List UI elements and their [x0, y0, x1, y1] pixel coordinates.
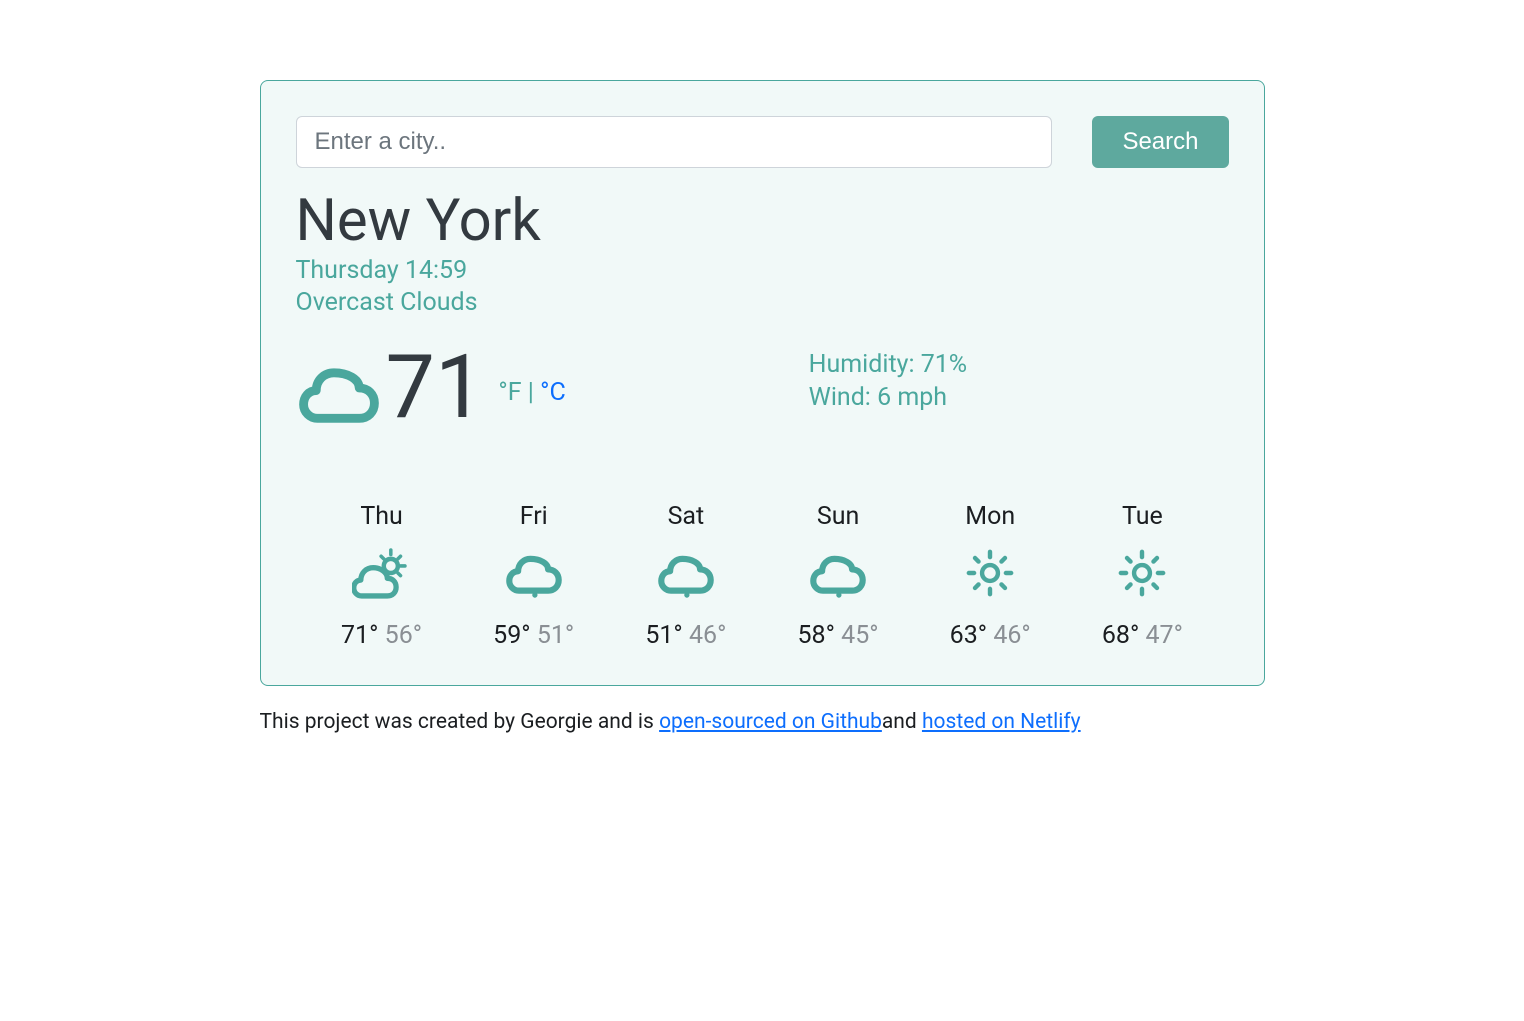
forecast-lo: 46°: [689, 621, 726, 650]
forecast-hi: 71°: [341, 621, 378, 650]
forecast-lo: 46°: [993, 621, 1030, 650]
forecast-hi: 51°: [645, 621, 682, 650]
forecast-lo: 56°: [385, 621, 422, 650]
forecast-day-label: Fri: [458, 502, 610, 531]
current-temperature: 71: [386, 344, 485, 432]
forecast-lo: 45°: [841, 621, 878, 650]
unit-celsius[interactable]: °C: [540, 378, 566, 407]
unit-fahrenheit: °F: [498, 378, 521, 407]
forecast-day: Tue 68° 47°: [1066, 502, 1218, 650]
weather-card: Search New York Thursday 14:59 Overcast …: [260, 80, 1265, 686]
forecast-day: Sat 51° 46°: [610, 502, 762, 650]
forecast-day-label: Mon: [914, 502, 1066, 531]
forecast-hi: 58°: [798, 621, 835, 650]
forecast-day: Mon 63° 46°: [914, 502, 1066, 650]
github-link[interactable]: open-sourced on Github: [659, 710, 882, 734]
wind: Wind: 6 mph: [809, 381, 1229, 415]
forecast-day-label: Sun: [762, 502, 914, 531]
forecast-day-label: Tue: [1066, 502, 1218, 531]
humidity: Humidity: 71%: [809, 348, 1229, 382]
rain-cloud-icon: [656, 543, 716, 603]
current-weather: 71 °F | °C Humidity: 71% Wind: 6 mph: [296, 344, 1229, 432]
forecast-day: Sun 58° 45°: [762, 502, 914, 650]
netlify-link[interactable]: hosted on Netlify: [922, 710, 1081, 734]
partly-sunny-icon: [352, 543, 412, 603]
current-conditions: Overcast Clouds: [296, 287, 1229, 320]
city-search-input[interactable]: [296, 116, 1053, 168]
forecast-day: Thu 71° 56°: [306, 502, 458, 650]
current-datetime: Thursday 14:59: [296, 255, 1229, 288]
search-button[interactable]: Search: [1092, 116, 1228, 168]
forecast-lo: 51°: [537, 621, 574, 650]
sun-icon: [960, 543, 1020, 603]
cloud-icon: [296, 345, 382, 431]
unit-toggle: °F | °C: [498, 378, 565, 407]
sun-icon: [1112, 543, 1172, 603]
forecast-day-label: Sat: [610, 502, 762, 531]
forecast-hi: 59°: [493, 621, 530, 650]
forecast-day: Fri 59° 51°: [458, 502, 610, 650]
forecast-row: Thu 71° 56° Fri 59° 51° Sat 51° 46° Sun …: [296, 502, 1229, 650]
forecast-lo: 47°: [1146, 621, 1183, 650]
rain-cloud-icon: [808, 543, 868, 603]
rain-cloud-icon: [504, 543, 564, 603]
city-name: New York: [296, 188, 1229, 255]
footer-attribution: This project was created by Georgie and …: [260, 710, 1265, 734]
forecast-hi: 68°: [1102, 621, 1139, 650]
forecast-hi: 63°: [950, 621, 987, 650]
forecast-day-label: Thu: [306, 502, 458, 531]
